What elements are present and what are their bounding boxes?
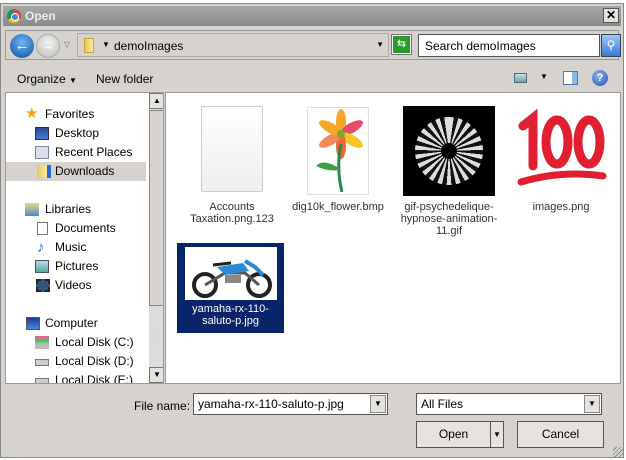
file-name: yamaha-rx-110-saluto-p.jpg	[192, 303, 269, 327]
organize-button[interactable]: Organize ▼	[17, 72, 77, 86]
motorcycle-thumbnail	[184, 247, 277, 300]
file-name: gif-psychedelique-hypnose-animation-11.g…	[400, 201, 498, 237]
change-view-icon[interactable]	[514, 73, 527, 83]
file-name: images.png	[532, 201, 590, 213]
search-button[interactable]: ⚲	[601, 34, 621, 57]
file-name-value: yamaha-rx-110-saluto-p.jpg	[198, 397, 344, 411]
nav-favorites[interactable]: ★ Favorites	[6, 105, 146, 124]
file-item-selected[interactable]: yamaha-rx-110-saluto-p.jpg	[177, 243, 284, 333]
nav-label: Local Disk (E:)	[55, 373, 134, 384]
dialog-title: Open	[25, 9, 56, 23]
nav-local-disk-c[interactable]: Local Disk (C:)	[6, 333, 146, 352]
search-input[interactable]: Search demoImages	[418, 34, 600, 57]
scroll-up-button[interactable]: ▲	[149, 93, 163, 109]
documents-icon	[37, 222, 48, 235]
nav-recent-places[interactable]: Recent Places	[6, 143, 146, 162]
file-name: dig10k_flower.bmp	[292, 201, 384, 213]
file-name-label: File name:	[134, 399, 191, 413]
refresh-button[interactable]: ⇆	[391, 34, 412, 55]
file-item[interactable]: gif-psychedelique-hypnose-animation-11.g…	[395, 101, 503, 237]
nav-documents[interactable]: Documents	[6, 219, 146, 238]
computer-icon	[26, 317, 40, 330]
flower-thumbnail	[307, 107, 369, 195]
file-name-dropdown-button[interactable]: ▼	[370, 395, 386, 413]
cancel-button[interactable]: Cancel	[517, 421, 604, 448]
nav-label: Favorites	[45, 107, 95, 121]
nav-label: Videos	[55, 278, 92, 292]
navigation-pane: ★ Favorites Desktop Recent Places Downloa…	[5, 92, 164, 384]
nav-desktop[interactable]: Desktop	[6, 124, 146, 143]
nav-label: Documents	[55, 221, 116, 235]
back-button[interactable]: ←	[10, 34, 34, 58]
desktop-icon	[35, 127, 49, 140]
nav-music[interactable]: ♪ Music	[6, 238, 146, 257]
recent-locations-dropdown[interactable]: ▽	[64, 40, 70, 49]
view-dropdown-icon[interactable]: ▼	[540, 72, 548, 81]
nav-computer[interactable]: Computer	[6, 314, 146, 333]
new-folder-button[interactable]: New folder	[96, 72, 153, 86]
hundred-emoji-thumbnail	[515, 106, 607, 196]
nav-local-disk-d[interactable]: Local Disk (D:)	[6, 352, 146, 371]
blank-file-icon	[201, 106, 263, 192]
nav-label: Computer	[45, 316, 98, 330]
nav-scrollbar[interactable]: ▲ ▼	[149, 93, 163, 383]
file-name-bar: File name: yamaha-rx-110-saluto-p.jpg ▼ …	[1, 384, 625, 459]
downloads-icon	[37, 165, 51, 178]
file-name: Accounts Taxation.png.123	[190, 201, 274, 225]
nav-label: Local Disk (C:)	[55, 335, 134, 349]
file-type-select[interactable]: All Files ▼	[416, 393, 602, 415]
system-drive-icon	[35, 336, 49, 349]
nav-label: Pictures	[55, 259, 99, 273]
scroll-down-button[interactable]: ▼	[149, 367, 163, 383]
music-icon: ♪	[37, 239, 45, 256]
file-item[interactable]: images.png	[507, 101, 615, 231]
star-icon: ★	[25, 105, 39, 122]
title-bar: Open ✕	[3, 6, 621, 26]
open-button[interactable]: Open	[416, 421, 491, 448]
address-dropdown-icon[interactable]: ▼	[376, 40, 384, 49]
nav-label: Local Disk (D:)	[55, 354, 134, 368]
file-list: Accounts Taxation.png.123 dig10k_flower.…	[165, 92, 621, 384]
file-item[interactable]: Accounts Taxation.png.123	[178, 101, 286, 231]
nav-label: Music	[55, 240, 87, 254]
nav-label: Downloads	[55, 164, 115, 178]
nav-videos[interactable]: Videos	[6, 276, 146, 295]
drive-icon	[35, 359, 49, 366]
open-dropdown-button[interactable]: ▼	[490, 421, 504, 448]
nav-downloads[interactable]: Downloads	[6, 162, 146, 181]
chrome-icon	[7, 9, 21, 23]
libraries-icon	[25, 203, 39, 216]
preview-pane-icon[interactable]	[563, 71, 578, 85]
hypnosis-thumbnail	[403, 106, 495, 196]
videos-icon	[36, 279, 50, 292]
recent-places-icon	[35, 146, 49, 159]
toolbar: Organize ▼ New folder ▼ ?	[5, 64, 619, 92]
nav-label: Libraries	[45, 202, 92, 216]
organize-label: Organize	[17, 72, 66, 86]
nav-libraries[interactable]: Libraries	[6, 200, 146, 219]
file-type-value: All Files	[421, 397, 464, 411]
nav-label: Desktop	[55, 126, 100, 140]
open-dialog: Open ✕ ← → ▽ ▼ demoImages ▼ ⇆ Search dem…	[0, 3, 624, 458]
pictures-icon	[35, 260, 49, 273]
breadcrumb-demoimages[interactable]: demoImages	[114, 39, 183, 53]
scroll-thumb[interactable]	[149, 110, 163, 306]
nav-local-disk-e[interactable]: Local Disk (E:)	[6, 371, 146, 384]
file-type-dropdown-button[interactable]: ▼	[584, 395, 600, 413]
address-bar: ← → ▽ ▼ demoImages ▼ ⇆ Search demoImages…	[5, 30, 621, 60]
forward-button[interactable]: →	[36, 34, 60, 58]
resize-grip[interactable]	[613, 447, 623, 457]
folder-icon	[84, 38, 94, 53]
nav-pictures[interactable]: Pictures	[6, 257, 146, 276]
help-icon[interactable]: ?	[592, 70, 608, 86]
file-item[interactable]: dig10k_flower.bmp	[284, 101, 392, 231]
breadcrumb-arrow-icon[interactable]: ▼	[102, 40, 110, 49]
file-name-input[interactable]: yamaha-rx-110-saluto-p.jpg ▼	[193, 393, 388, 415]
address-path[interactable]: ▼ demoImages ▼	[77, 33, 389, 57]
close-button[interactable]: ✕	[603, 8, 619, 23]
nav-label: Recent Places	[55, 145, 133, 159]
